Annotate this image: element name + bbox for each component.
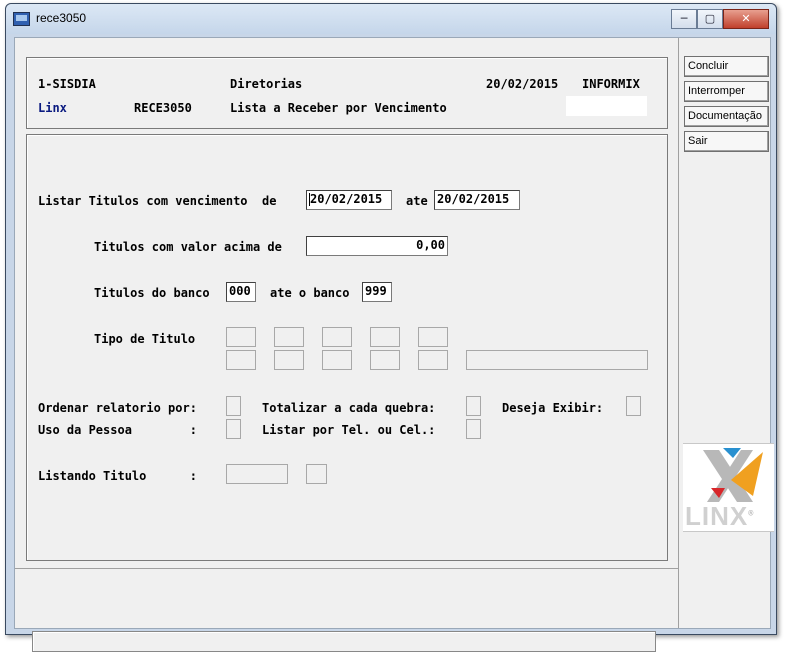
title-type-field-5[interactable] bbox=[418, 327, 448, 347]
title-type-field-6[interactable] bbox=[226, 350, 256, 370]
bank-to-label: ate o banco bbox=[270, 286, 350, 300]
due-to-label: ate bbox=[406, 194, 428, 208]
title-type-field-3[interactable] bbox=[322, 327, 352, 347]
section-name: Diretorias bbox=[230, 77, 303, 91]
totalize-label: Totalizar a cada quebra: bbox=[262, 401, 436, 415]
conclude-button[interactable]: Concluir bbox=[684, 56, 769, 77]
system-name: 1-SISDIA bbox=[38, 77, 96, 91]
divider bbox=[15, 568, 678, 569]
display-field[interactable] bbox=[626, 396, 641, 416]
status-bar bbox=[32, 631, 656, 652]
linx-logo-text: LINX® bbox=[685, 501, 754, 532]
documentation-button[interactable]: Documentação bbox=[684, 106, 769, 127]
linx-logo: LINX® bbox=[683, 443, 774, 532]
order-by-field[interactable] bbox=[226, 396, 241, 416]
title-type-field-1[interactable] bbox=[226, 327, 256, 347]
title-type-field-2[interactable] bbox=[274, 327, 304, 347]
title-bar[interactable]: rece3050 ─ ▢ ✕ bbox=[6, 4, 776, 34]
form-panel: Listar Titulos com vencimento de 20/02/2… bbox=[26, 134, 668, 652]
title-type-field-7[interactable] bbox=[274, 350, 304, 370]
company-name: Linx bbox=[38, 101, 67, 115]
app-icon bbox=[13, 12, 30, 26]
header-date: 20/02/2015 bbox=[486, 77, 559, 91]
phone-list-label: Listar por Tel. ou Cel.: bbox=[262, 423, 436, 437]
minimize-button[interactable]: ─ bbox=[671, 9, 697, 29]
bank-from-field[interactable]: 000 bbox=[226, 282, 256, 302]
interrupt-button[interactable]: Interromper bbox=[684, 81, 769, 102]
listing-title-extra-field[interactable] bbox=[306, 464, 327, 484]
totalize-field[interactable] bbox=[466, 396, 481, 416]
program-code: RECE3050 bbox=[134, 101, 192, 115]
header-panel: 1-SISDIA Diretorias 20/02/2015 INFORMIX … bbox=[26, 57, 668, 129]
title-type-label: Tipo de Titulo bbox=[94, 332, 196, 346]
due-to-field[interactable]: 20/02/2015 bbox=[434, 190, 520, 210]
order-by-label: Ordenar relatorio por: bbox=[38, 401, 197, 415]
linx-logo-mark bbox=[703, 448, 763, 502]
due-date-label: Listar Titulos com vencimento de bbox=[38, 194, 277, 208]
maximize-button[interactable]: ▢ bbox=[697, 9, 723, 29]
side-panel: Concluir Interromper Documentação Sair L… bbox=[679, 38, 774, 628]
phone-list-field[interactable] bbox=[466, 419, 481, 439]
exit-button[interactable]: Sair bbox=[684, 131, 769, 152]
registered-mark: ® bbox=[748, 510, 755, 518]
title-type-field-4[interactable] bbox=[370, 327, 400, 347]
due-from-value: 20/02/2015 bbox=[310, 192, 383, 206]
person-use-field[interactable] bbox=[226, 419, 241, 439]
listing-title-label: Listando Titulo : bbox=[38, 469, 197, 483]
value-label: Titulos com valor acima de bbox=[94, 240, 282, 254]
due-from-field[interactable]: 20/02/2015 bbox=[306, 190, 392, 210]
linx-logo-word: LINX bbox=[685, 501, 749, 531]
title-type-field-9[interactable] bbox=[370, 350, 400, 370]
report-name: Lista a Receber por Vencimento bbox=[230, 101, 447, 115]
bank-label: Titulos do banco bbox=[94, 286, 210, 300]
person-use-label: Uso da Pessoa : bbox=[38, 423, 197, 437]
app-window: rece3050 ─ ▢ ✕ 1-SISDIA Diretorias 20/02… bbox=[5, 3, 777, 652]
min-value-field[interactable]: 0,00 bbox=[306, 236, 448, 256]
main-panel: 1-SISDIA Diretorias 20/02/2015 INFORMIX … bbox=[15, 38, 679, 652]
display-label: Deseja Exibir: bbox=[502, 401, 604, 415]
client-area: 1-SISDIA Diretorias 20/02/2015 INFORMIX … bbox=[14, 37, 774, 652]
bank-to-field[interactable]: 999 bbox=[362, 282, 392, 302]
close-button[interactable]: ✕ bbox=[723, 9, 769, 29]
title-type-field-8[interactable] bbox=[322, 350, 352, 370]
window-title: rece3050 bbox=[36, 11, 87, 25]
listing-title-field[interactable] bbox=[226, 464, 288, 484]
title-type-field-10[interactable] bbox=[418, 350, 448, 370]
title-type-description-field[interactable] bbox=[466, 350, 648, 370]
database-name: INFORMIX bbox=[582, 77, 640, 91]
header-blank-field bbox=[566, 96, 647, 116]
